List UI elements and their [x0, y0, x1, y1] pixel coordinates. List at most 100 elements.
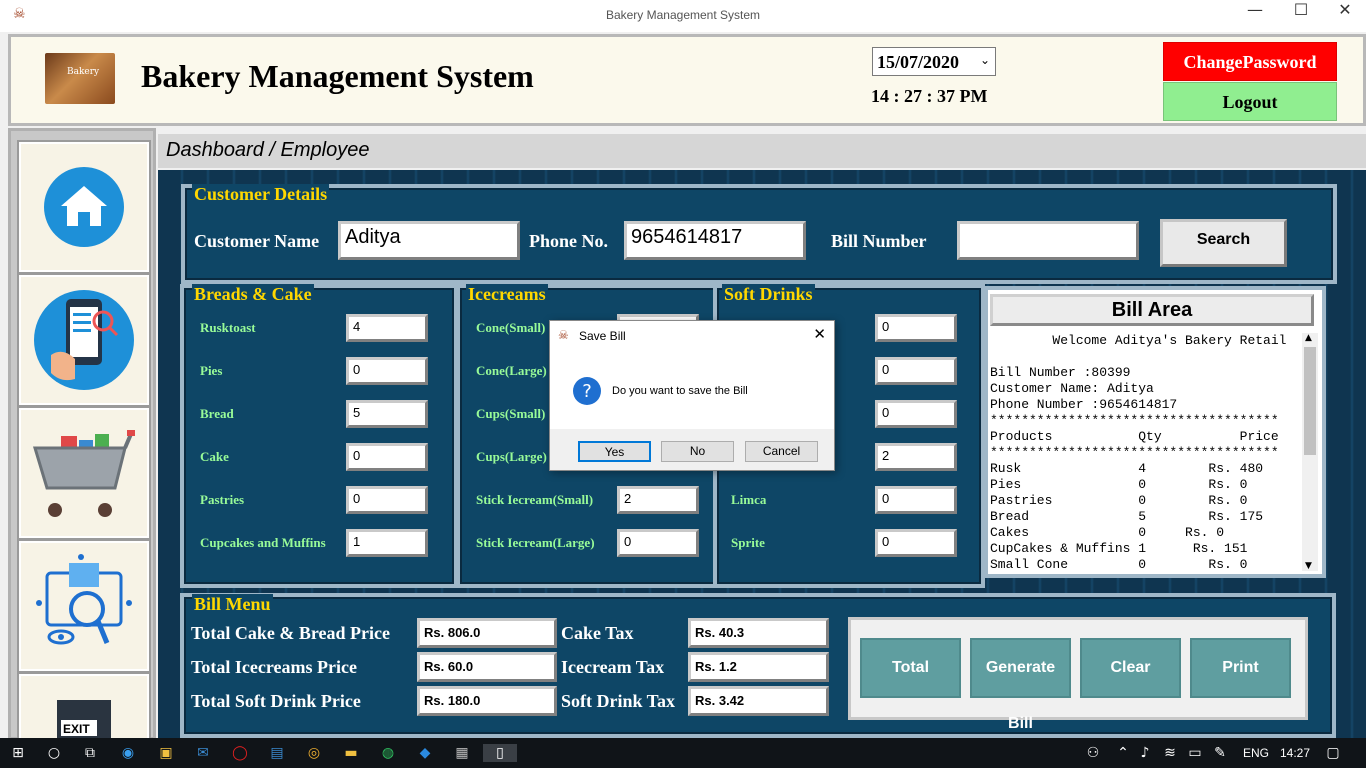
date-selector[interactable]: 15/07/2020 ⌄ — [872, 47, 996, 76]
windows-start-icon[interactable]: ⊞ — [9, 744, 27, 762]
breads-item-qty[interactable]: 4 — [346, 314, 428, 342]
cake-tax-value[interactable]: Rs. 40.3 — [688, 618, 829, 648]
breads-item-label: Pies — [200, 363, 223, 378]
breads-item-qty[interactable]: 0 — [346, 443, 428, 471]
bill-number-input[interactable] — [957, 221, 1139, 260]
search-icon[interactable]: ○ — [45, 744, 63, 762]
total-soft-drink-value[interactable]: Rs. 180.0 — [417, 686, 557, 716]
scroll-thumb[interactable] — [1304, 347, 1316, 455]
generate-bill-button[interactable]: Generate Bill — [970, 638, 1071, 732]
breadcrumb: Dashboard / Employee — [158, 134, 1366, 168]
wifi-icon[interactable]: ≋ — [1161, 744, 1179, 762]
icecream-tax-value[interactable]: Rs. 1.2 — [688, 652, 829, 682]
soft-drink-tax-value[interactable]: Rs. 3.42 — [688, 686, 829, 716]
volume-icon[interactable]: ♪ — [1136, 744, 1154, 762]
icecream-item-label: Stick Iecream(Small) — [476, 492, 594, 507]
sidebar-item-customer[interactable] — [17, 273, 151, 407]
task-view-icon[interactable]: ⧉ — [81, 744, 99, 762]
exit-icon: EXIT — [57, 700, 111, 740]
total-cake-bread-value[interactable]: Rs. 806.0 — [417, 618, 557, 648]
notification-icon[interactable]: ▢ — [1324, 744, 1342, 762]
chevron-up-icon[interactable]: ⌃ — [1114, 744, 1132, 762]
customer-details-title: Customer Details — [192, 184, 330, 205]
icecream-item-label: Cone(Small) — [476, 320, 546, 335]
drink-item-qty[interactable]: 0 — [875, 357, 957, 385]
phone-label: Phone No. — [529, 231, 609, 251]
file-explorer-icon[interactable]: ▬ — [342, 744, 360, 762]
pen-icon[interactable]: ✎ — [1211, 744, 1229, 762]
mail-icon[interactable]: ✉ — [194, 744, 212, 762]
shopping-cart-icon — [32, 430, 135, 517]
taskbar-clock[interactable]: 14:27 — [1280, 746, 1310, 760]
store-icon[interactable]: ▣ — [157, 744, 175, 762]
vscode-icon[interactable]: ◆ — [416, 744, 434, 762]
close-icon[interactable]: ✕ — [813, 325, 826, 343]
soft-drinks-title: Soft Drinks — [722, 284, 815, 305]
icecream-item-qty[interactable]: 2 — [617, 486, 699, 514]
date-value: 15/07/2020 — [877, 52, 960, 72]
icecream-item-qty[interactable]: 0 — [617, 529, 699, 557]
icecream-item-label: Cups(Small) — [476, 406, 546, 421]
edge-icon[interactable]: ◉ — [119, 744, 137, 762]
breads-item-qty[interactable]: 0 — [346, 486, 428, 514]
sidebar-item-analytics[interactable] — [17, 539, 151, 673]
search-button[interactable]: Search — [1160, 219, 1287, 267]
active-window-icon[interactable]: ▯ — [483, 744, 517, 762]
minimize-button[interactable]: — — [1232, 0, 1278, 32]
breads-item-qty[interactable]: 5 — [346, 400, 428, 428]
cake-tax-label: Cake Tax — [561, 623, 634, 643]
total-button[interactable]: Total — [860, 638, 961, 698]
bill-scrollbar[interactable]: ▲ ▼ — [1302, 333, 1318, 571]
close-window-button[interactable]: ✕ — [1322, 0, 1366, 32]
sidebar-item-home[interactable] — [17, 140, 151, 274]
dialog-title: Save Bill — [579, 329, 626, 343]
drink-item-qty[interactable]: 0 — [875, 529, 957, 557]
customer-name-input[interactable]: Aditya — [338, 221, 520, 260]
sidebar-item-cart[interactable] — [17, 406, 151, 540]
total-icecreams-label: Total Icecreams Price — [191, 657, 357, 677]
customer-name-label: Customer Name — [194, 231, 320, 251]
drink-item-qty[interactable]: 2 — [875, 443, 957, 471]
no-button[interactable]: No — [661, 441, 734, 462]
icecream-item-label: Cone(Large) — [476, 363, 547, 378]
drink-item-label: Limca — [731, 492, 767, 507]
drink-item-qty[interactable]: 0 — [875, 314, 957, 342]
save-bill-dialog: ☠ Save Bill ✕ ? Do you want to save the … — [549, 320, 835, 471]
whatsapp-icon[interactable]: ◍ — [379, 744, 397, 762]
drink-item-qty[interactable]: 0 — [875, 400, 957, 428]
breads-item-label: Bread — [200, 406, 234, 421]
scroll-down-icon[interactable]: ▼ — [1305, 561, 1312, 571]
total-icecreams-value[interactable]: Rs. 60.0 — [417, 652, 557, 682]
breads-item-label: Cupcakes and Muffins — [200, 535, 326, 550]
scroll-up-icon[interactable]: ▲ — [1305, 333, 1312, 343]
app-icon[interactable]: ▤ — [268, 744, 286, 762]
maximize-button[interactable]: ☐ — [1278, 0, 1324, 32]
language-indicator[interactable]: ENG — [1243, 746, 1269, 760]
sidebar-item-exit[interactable]: EXIT — [17, 672, 151, 744]
opera-icon[interactable]: ◯ — [231, 744, 249, 762]
network-icon[interactable]: ▭ — [1186, 744, 1204, 762]
bakery-logo: Bakery — [45, 53, 115, 104]
clear-button[interactable]: Clear — [1080, 638, 1181, 698]
svg-text:?: ? — [582, 381, 592, 402]
exit-label: EXIT — [63, 722, 90, 736]
total-cake-bread-label: Total Cake & Bread Price — [191, 623, 390, 643]
cancel-button[interactable]: Cancel — [745, 441, 818, 462]
change-password-button[interactable]: ChangePassword — [1163, 42, 1337, 81]
question-icon: ? — [573, 377, 601, 405]
chrome-icon[interactable]: ◎ — [305, 744, 323, 762]
drink-item-label: Sprite — [731, 535, 765, 550]
drink-item-qty[interactable]: 0 — [875, 486, 957, 514]
database-icon[interactable]: ▦ — [453, 744, 471, 762]
print-button[interactable]: Print — [1190, 638, 1291, 698]
bill-textarea[interactable]: Welcome Aditya's Bakery Retail Bill Numb… — [990, 333, 1302, 571]
yes-button[interactable]: Yes — [578, 441, 651, 462]
breads-item-qty[interactable]: 0 — [346, 357, 428, 385]
app-icon: ☠ — [558, 328, 569, 342]
breads-item-qty[interactable]: 1 — [346, 529, 428, 557]
breads-item-label: Cake — [200, 449, 229, 464]
logout-button[interactable]: Logout — [1163, 82, 1337, 121]
breads-item-label: Rusktoast — [200, 320, 256, 335]
people-icon[interactable]: ⚇ — [1084, 744, 1102, 762]
phone-input[interactable]: 9654614817 — [624, 221, 806, 260]
